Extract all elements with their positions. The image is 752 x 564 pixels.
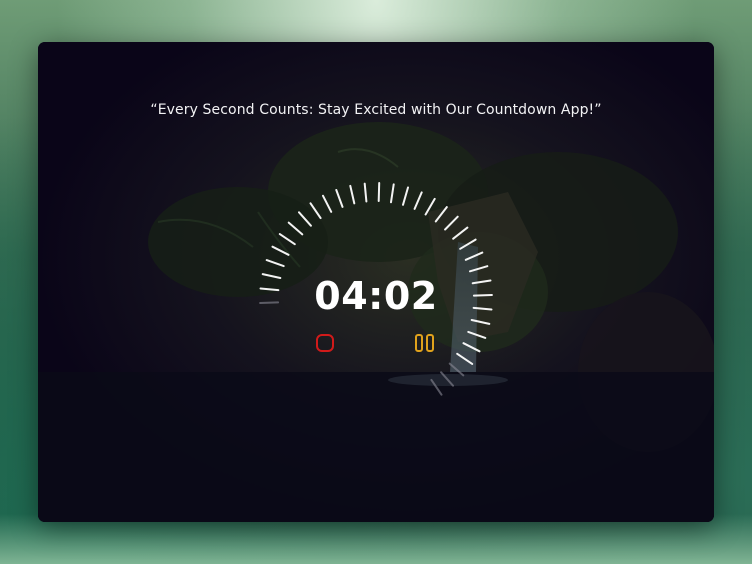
dial-tick [456, 352, 474, 365]
stop-button[interactable] [316, 334, 334, 352]
dial-tick [472, 294, 493, 297]
dial-tick [349, 184, 356, 205]
dial-tick [322, 194, 333, 213]
dial-tick [452, 226, 469, 240]
dial-tick [287, 221, 304, 236]
dial-tick [434, 206, 448, 223]
dial-tick [413, 191, 423, 210]
dial-tick [335, 189, 344, 208]
dial-tick [424, 197, 436, 216]
dial-tick [309, 202, 322, 220]
dial-tick [467, 330, 487, 339]
dial-tick [402, 186, 409, 206]
dial-tick [390, 183, 395, 204]
dial-tick [377, 182, 381, 202]
dial-tick [271, 245, 290, 256]
dial-tick [363, 182, 368, 203]
pause-icon-bar-left [415, 334, 423, 352]
timer-display: 04:02 [314, 274, 438, 318]
dial-tick [444, 215, 459, 231]
dial-tick [472, 306, 493, 311]
dial-tick [469, 265, 489, 273]
dial-tick [470, 319, 491, 325]
dial-tick [459, 238, 477, 250]
dial-tick [298, 211, 312, 227]
dial-tick [440, 371, 454, 387]
dial-tick [448, 362, 465, 377]
pause-button[interactable] [415, 334, 435, 352]
dial-tick [278, 233, 296, 246]
dial-tick [462, 342, 481, 353]
countdown-card: “Every Second Counts: Stay Excited with … [38, 42, 714, 522]
dial-tick [430, 378, 443, 396]
dial-tick [464, 251, 484, 261]
dial-tick [265, 259, 285, 268]
pause-icon-bar-right [426, 334, 434, 352]
